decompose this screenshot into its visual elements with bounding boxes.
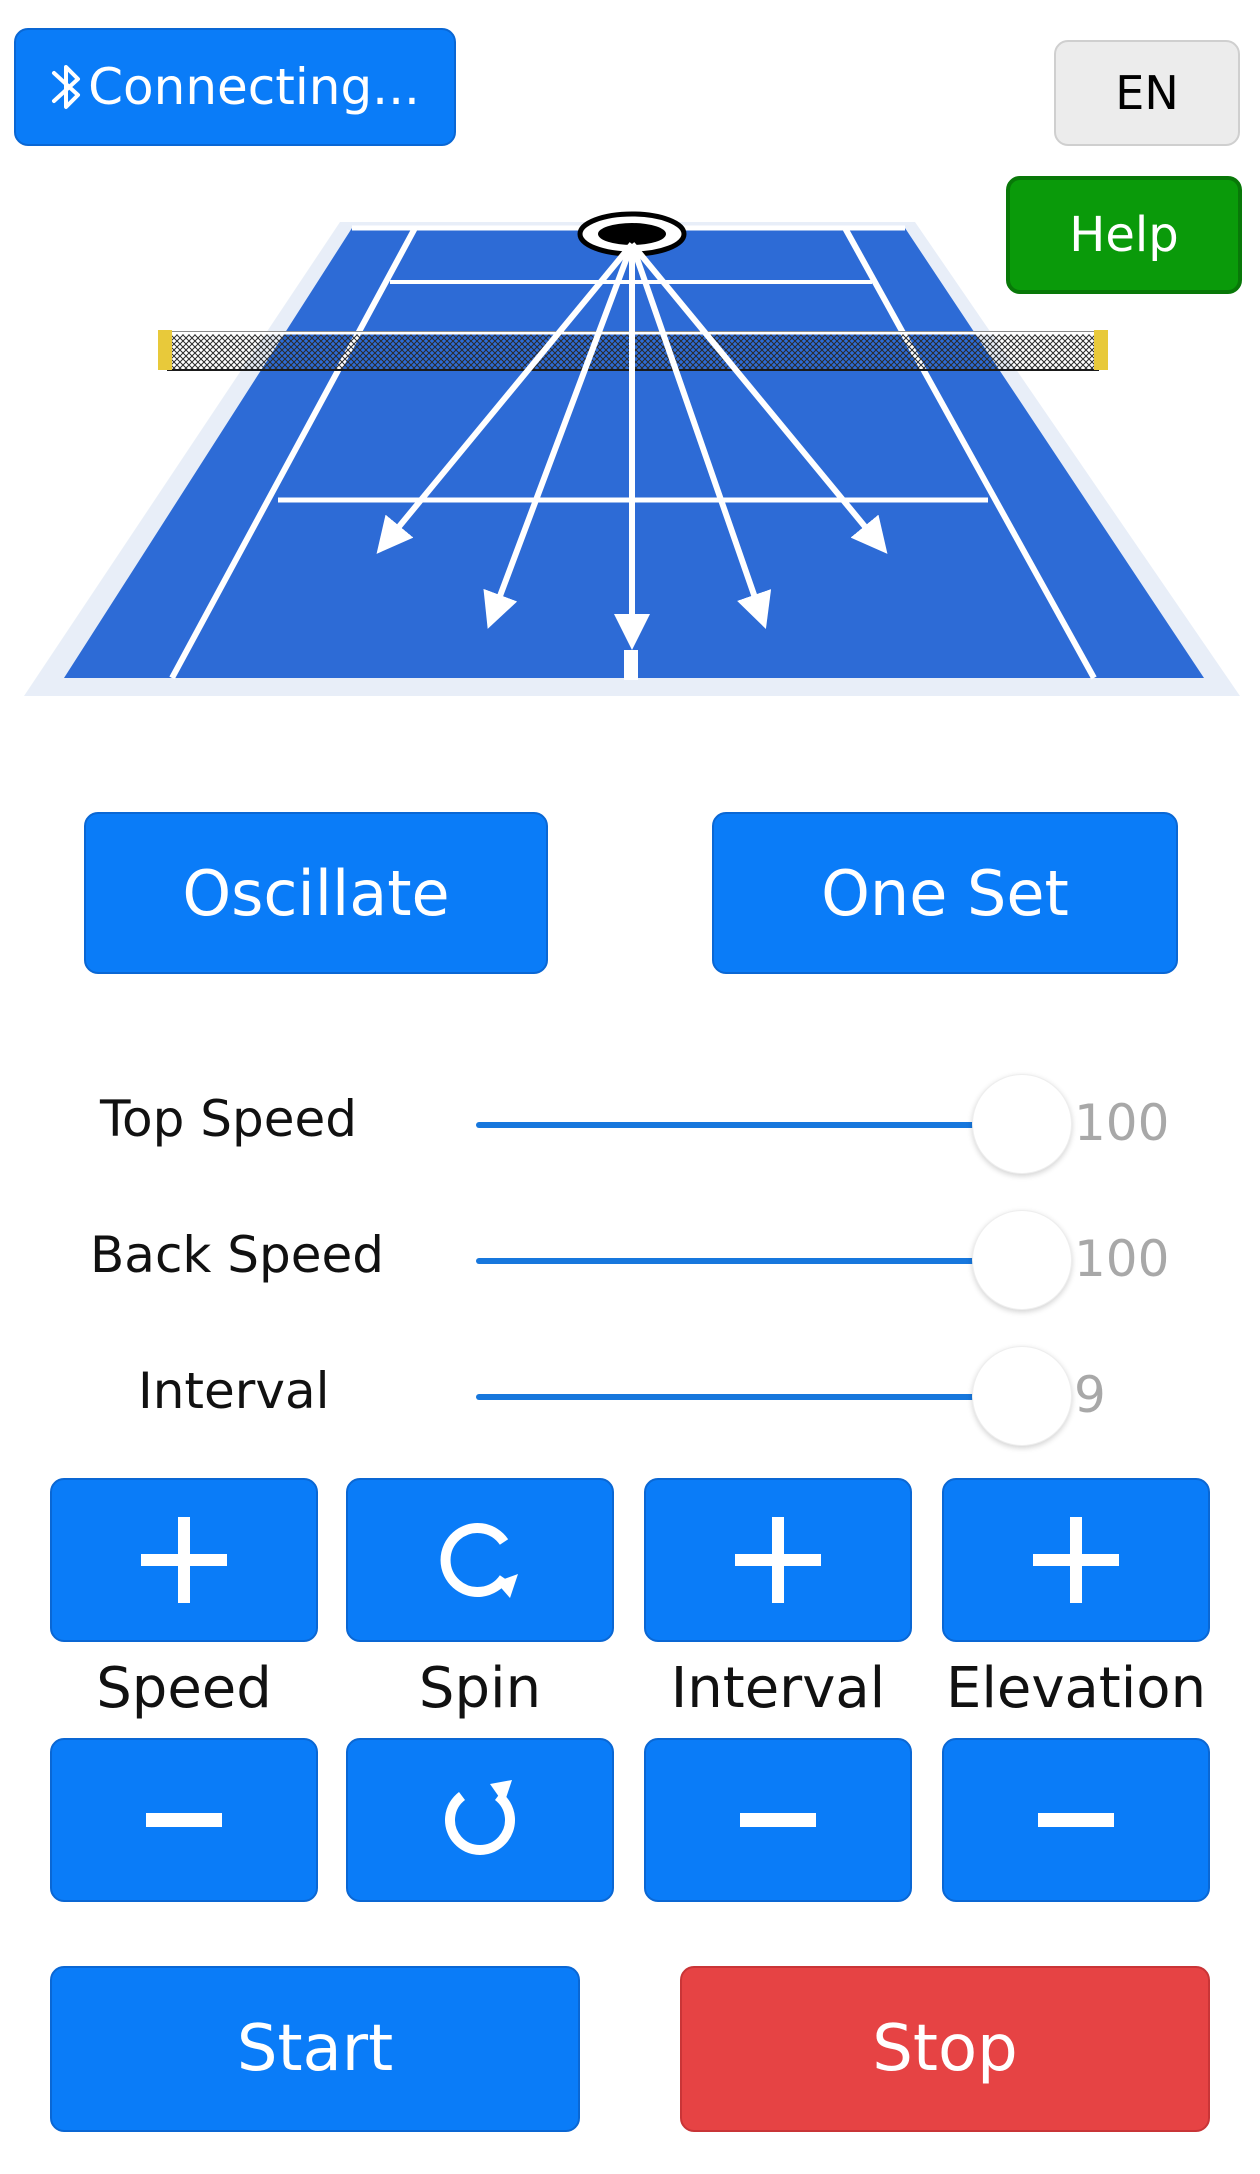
plus-icon (141, 1517, 227, 1603)
spin-increase-button[interactable] (346, 1478, 614, 1642)
speed-label: Speed (96, 1656, 272, 1721)
top-speed-label: Top Speed (100, 1090, 358, 1148)
top-speed-track[interactable] (476, 1122, 1024, 1128)
minus-icon (1038, 1813, 1114, 1827)
stop-label: Stop (872, 2012, 1018, 2086)
court-illustration (24, 211, 1240, 696)
minus-icon (146, 1813, 222, 1827)
speed-decrease-button[interactable] (50, 1738, 318, 1902)
bluetooth-connect-button[interactable]: Connecting... (14, 28, 456, 146)
elevation-label: Elevation (945, 1656, 1207, 1721)
back-speed-label: Back Speed (90, 1226, 385, 1284)
minus-icon (740, 1813, 816, 1827)
elevation-decrease-button[interactable] (942, 1738, 1210, 1902)
back-speed-thumb[interactable] (972, 1210, 1072, 1310)
language-button[interactable]: EN (1054, 40, 1240, 146)
stop-button[interactable]: Stop (680, 1966, 1210, 2132)
one-set-label: One Set (821, 856, 1069, 930)
elevation-increase-button[interactable] (942, 1478, 1210, 1642)
interval-value: 9 (1074, 1366, 1106, 1424)
oscillate-button[interactable]: Oscillate (84, 812, 548, 974)
plus-icon (1033, 1517, 1119, 1603)
back-speed-value: 100 (1074, 1230, 1170, 1288)
connection-status-label: Connecting... (88, 58, 420, 116)
one-set-button[interactable]: One Set (712, 812, 1178, 974)
rotate-counterclockwise-icon (438, 1778, 522, 1862)
start-button[interactable]: Start (50, 1966, 580, 2132)
back-speed-track[interactable] (476, 1258, 1024, 1264)
bluetooth-icon (50, 59, 84, 115)
plus-icon (735, 1517, 821, 1603)
speed-increase-button[interactable] (50, 1478, 318, 1642)
top-speed-thumb[interactable] (972, 1074, 1072, 1174)
interval-increase-button[interactable] (644, 1478, 912, 1642)
interval-track[interactable] (476, 1394, 1024, 1400)
language-label: EN (1115, 66, 1179, 120)
interval-decrease-button[interactable] (644, 1738, 912, 1902)
interval-label: Interval (670, 1656, 886, 1721)
oscillate-label: Oscillate (182, 856, 450, 930)
start-label: Start (236, 2012, 394, 2086)
spin-label: Spin (418, 1656, 542, 1721)
interval-thumb[interactable] (972, 1346, 1072, 1446)
spin-decrease-button[interactable] (346, 1738, 614, 1902)
top-speed-value: 100 (1074, 1094, 1170, 1152)
interval-slider-label: Interval (138, 1362, 330, 1420)
rotate-clockwise-icon (438, 1518, 522, 1602)
